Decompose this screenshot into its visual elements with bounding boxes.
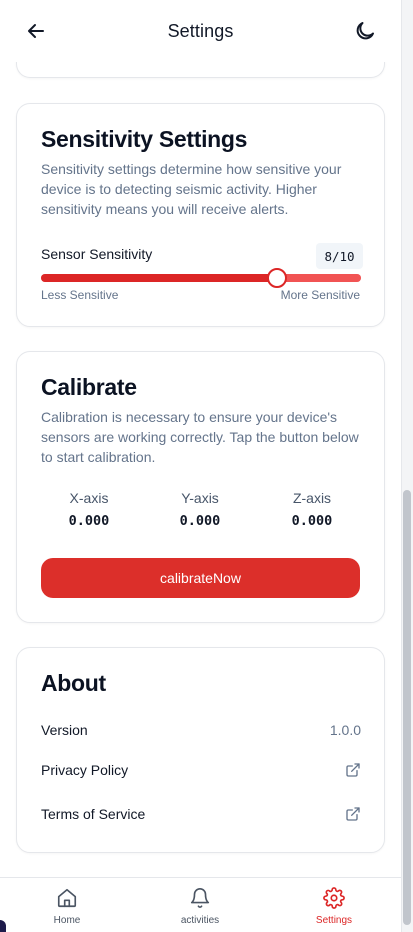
slider-thumb[interactable] [267,268,287,288]
sensitivity-value-badge: 8/10 [316,243,363,269]
terms-of-service-link[interactable]: Terms of Service [41,802,361,826]
y-axis-readout: Y-axis 0.000 [150,490,250,529]
nav-label-activities: activities [180,915,220,926]
calibrate-card: Calibrate Calibration is necessary to en… [16,351,385,623]
home-icon [57,888,77,908]
version-row: Version 1.0.0 [41,718,361,742]
x-axis-label: X-axis [69,490,109,506]
slider-remaining [277,274,361,282]
scrollbar-thumb[interactable] [403,490,411,925]
app-root: Sensitivity Settings Sensitivity setting… [0,0,401,932]
y-axis-label: Y-axis [181,490,219,506]
slider-min-label: Less Sensitive [41,288,119,302]
gear-icon [323,887,345,909]
sensor-sensitivity-label: Sensor Sensitivity [41,246,153,262]
terms-of-service-label: Terms of Service [41,806,146,822]
external-link-icon [346,763,360,777]
bottom-navigation: Home activities Settings [0,877,401,932]
slider-fill [41,274,277,282]
nav-item-settings[interactable]: Settings [294,887,374,926]
slider-max-label: More Sensitive [280,288,360,302]
z-axis-label: Z-axis [292,490,332,506]
external-link-icon [346,807,360,821]
nav-label-settings: Settings [315,915,353,926]
sensitivity-title: Sensitivity Settings [41,126,248,152]
nav-label-home: Home [53,915,81,926]
z-axis-readout: Z-axis 0.000 [262,490,362,529]
back-arrow-icon[interactable] [24,19,48,43]
version-value: 1.0.0 [329,722,361,738]
x-axis-value: 0.000 [68,513,110,529]
nav-item-activities[interactable]: activities [160,887,240,926]
about-card: About Version 1.0.0 Privacy Policy Terms… [16,647,385,853]
sensitivity-description: Sensitivity settings determine how sensi… [41,161,342,217]
privacy-policy-label: Privacy Policy [41,762,129,778]
version-label: Version [41,722,88,738]
calibrate-now-button[interactable]: calibrateNow [41,558,360,598]
bell-icon [190,888,210,908]
y-axis-value: 0.000 [179,513,221,529]
sensitivity-card: Sensitivity Settings Sensitivity setting… [16,103,385,327]
app-header: Settings [0,0,401,62]
z-axis-value: 0.000 [291,513,333,529]
calibrate-description: Calibration is necessary to ensure your … [41,409,359,465]
nav-item-home[interactable]: Home [27,887,107,926]
x-axis-readout: X-axis 0.000 [39,490,139,529]
moon-icon[interactable] [353,19,377,43]
about-title: About [41,670,106,696]
page-title: Settings [167,20,234,41]
sensitivity-slider[interactable] [41,268,361,288]
privacy-policy-link[interactable]: Privacy Policy [41,758,361,782]
calibrate-title: Calibrate [41,374,137,400]
